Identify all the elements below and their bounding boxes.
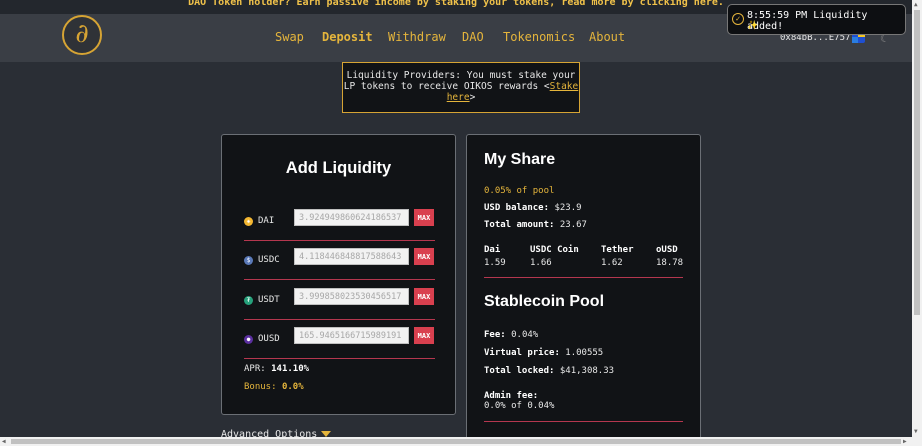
ousd-icon: ● xyxy=(244,335,253,344)
notice-text-end: > xyxy=(469,92,476,103)
usdt-max-button[interactable]: MAX xyxy=(414,288,434,305)
token-row-usdc: $ USDC MAX xyxy=(244,248,435,280)
nav-withdraw[interactable]: Withdraw xyxy=(388,30,446,44)
token-row-ousd: ● OUSD MAX xyxy=(244,327,435,359)
coin-name: oUSD xyxy=(656,245,678,255)
bonus-line: Bonus: 0.0% xyxy=(244,382,304,392)
usd-balance-label: USD balance: xyxy=(484,203,550,213)
coin-col-usdc: USDC Coin 1.66 xyxy=(530,245,579,268)
virtual-price-value: 1.00555 xyxy=(565,348,604,358)
fee-label: Fee: xyxy=(484,330,506,340)
stablecoin-pool-title: Stablecoin Pool xyxy=(484,293,605,310)
fee-value: 0.04% xyxy=(511,330,539,340)
horizontal-scrollbar[interactable]: ◀ ▶ xyxy=(0,437,912,446)
dai-max-button[interactable]: MAX xyxy=(414,209,434,226)
toast-notification: ✓ 8:55:59 PM Liquidity added! ✨ xyxy=(727,4,906,35)
dai-icon: ◈ xyxy=(244,217,253,226)
virtual-price: Virtual price: 1.00555 xyxy=(484,348,603,358)
ousd-amount-input[interactable] xyxy=(294,327,409,344)
vertical-scrollbar[interactable]: ▲ ▼ xyxy=(912,0,922,446)
usdc-amount-input[interactable] xyxy=(294,248,409,265)
lp-staking-notice: Liquidity Providers: You must stake your… xyxy=(342,62,580,113)
dai-amount-input[interactable] xyxy=(294,209,409,226)
sparkles-icon: ✨ xyxy=(747,21,759,31)
scroll-up-icon[interactable]: ▲ xyxy=(914,1,918,8)
coin-amount: 1.62 xyxy=(601,258,623,268)
toast-message: 8:55:59 PM Liquidity added! xyxy=(747,10,868,32)
token-row-usdt: ₮ USDT MAX xyxy=(244,288,435,320)
total-locked-value: $41,308.33 xyxy=(559,366,615,376)
scrollbar-thumb[interactable] xyxy=(914,10,920,315)
add-liquidity-title: Add Liquidity xyxy=(285,159,392,177)
ousd-max-button[interactable]: MAX xyxy=(414,327,434,344)
usd-balance: USD balance: $23.9 xyxy=(484,203,582,213)
logo[interactable]: ∂ xyxy=(62,15,102,55)
add-liquidity-panel: Add Liquidity ◈ DAI MAX $ USDC MAX ₮ USD… xyxy=(221,134,456,415)
coin-amount: 18.78 xyxy=(656,258,684,268)
token-name: OUSD xyxy=(258,334,280,344)
token-name: USDT xyxy=(258,295,280,305)
nav-swap[interactable]: Swap xyxy=(275,30,304,44)
virtual-price-label: Virtual price: xyxy=(484,348,560,358)
scroll-left-icon[interactable]: ◀ xyxy=(2,438,6,445)
coin-name: Tether xyxy=(601,245,634,255)
banner-text[interactable]: DAO Token holder? Earn passive income by… xyxy=(188,0,724,8)
share-panel: My Share 0.05% of pool USD balance: $23.… xyxy=(466,134,701,446)
usdt-amount-input[interactable] xyxy=(294,288,409,305)
usdc-max-button[interactable]: MAX xyxy=(414,248,434,265)
total-amount-value: 23.67 xyxy=(559,220,587,230)
token-row-dai: ◈ DAI MAX xyxy=(244,209,435,241)
apr-label: APR: xyxy=(244,364,266,374)
nav-about[interactable]: About xyxy=(589,30,625,44)
bonus-label: Bonus: xyxy=(244,382,277,392)
my-share-title: My Share xyxy=(484,151,556,168)
scroll-right-icon[interactable]: ▶ xyxy=(903,438,907,445)
admin-fee-value: 0.0% of 0.04% xyxy=(484,401,555,411)
nav-dao[interactable]: DAO xyxy=(462,30,484,44)
token-name: USDC xyxy=(258,255,280,265)
usdc-icon: $ xyxy=(244,256,253,265)
coin-col-ousd: oUSD 18.78 xyxy=(656,245,683,268)
divider xyxy=(484,277,683,278)
total-locked: Total locked: $41,308.33 xyxy=(484,366,614,376)
admin-fee: Admin fee: 0.0% of 0.04% xyxy=(484,391,554,411)
scrollbar-thumb[interactable] xyxy=(11,439,901,444)
coin-name: Dai xyxy=(484,245,501,255)
total-locked-label: Total locked: xyxy=(484,366,555,376)
notice-text: Liquidity Providers: You must stake your… xyxy=(343,70,576,92)
nav-deposit[interactable]: Deposit xyxy=(322,30,373,44)
total-amount-label: Total amount: xyxy=(484,220,555,230)
bonus-value: 0.0% xyxy=(281,382,304,392)
pool-share: 0.05% of pool xyxy=(484,186,555,196)
divider xyxy=(484,421,683,422)
apr-line: APR: 141.10% xyxy=(244,364,309,374)
check-circle-icon: ✓ xyxy=(732,13,744,25)
coin-amount: 1.66 xyxy=(530,258,552,268)
apr-value: 141.10% xyxy=(271,364,310,374)
scroll-down-icon[interactable]: ▼ xyxy=(914,428,918,435)
token-name: DAI xyxy=(258,216,275,226)
admin-fee-label: Admin fee: xyxy=(484,391,539,401)
nav-tokenomics[interactable]: Tokenomics xyxy=(503,30,575,44)
total-amount: Total amount: 23.67 xyxy=(484,220,587,230)
coin-col-dai: Dai 1.59 xyxy=(484,245,506,268)
coin-col-tether: Tether 1.62 xyxy=(601,245,634,268)
usdt-icon: ₮ xyxy=(244,296,253,305)
coin-amount: 1.59 xyxy=(484,258,506,268)
pool-fee: Fee: 0.04% xyxy=(484,330,538,340)
coin-name: USDC Coin xyxy=(530,245,579,255)
usd-balance-value: $23.9 xyxy=(554,203,582,213)
